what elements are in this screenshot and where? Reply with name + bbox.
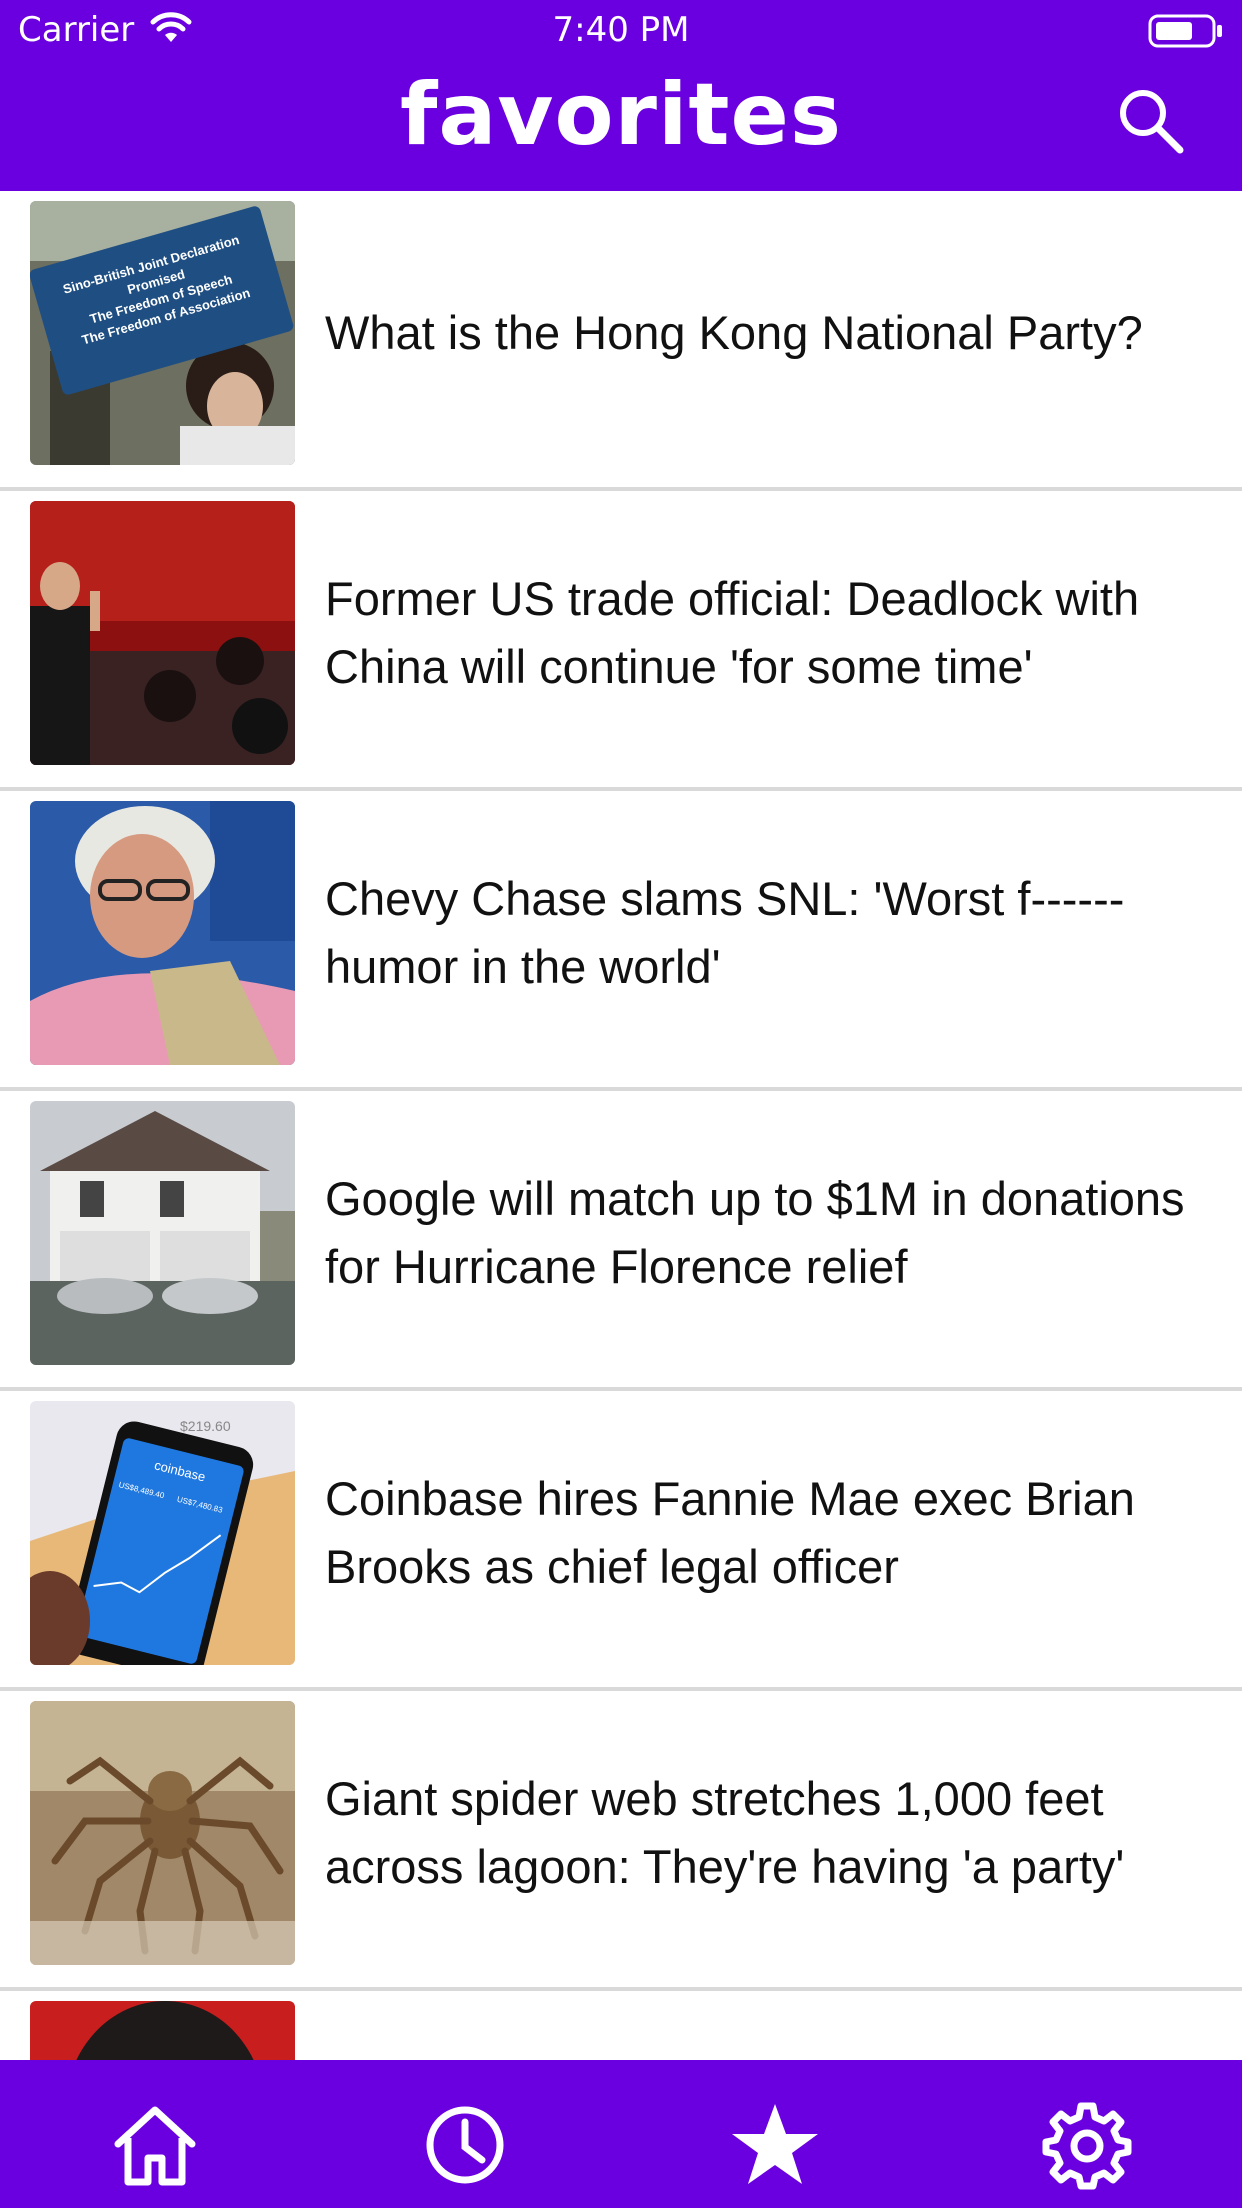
- status-time: 7:40 PM: [552, 10, 690, 50]
- home-icon: [114, 2106, 196, 2186]
- article-headline[interactable]: Chevy Chase slams SNL: 'Worst f------ hu…: [325, 801, 1236, 1065]
- list-item[interactable]: Giant spider web stretches 1,000 feet ac…: [0, 1691, 1242, 1991]
- battery-icon: [1148, 14, 1224, 57]
- official-waving-photo: [30, 501, 295, 765]
- article-headline[interactable]: Former US trade official: Deadlock with …: [325, 501, 1236, 765]
- list-item[interactable]: Sino-British Joint Declaration Promised …: [0, 191, 1242, 491]
- tab-history[interactable]: [420, 2100, 510, 2190]
- man-with-glasses-photo: [30, 801, 295, 1065]
- spider-photo: [30, 1701, 295, 1965]
- article-headline[interactable]: Coinbase hires Fannie Mae exec Brian Bro…: [325, 1401, 1236, 1665]
- list-item[interactable]: [0, 1991, 1242, 2060]
- star-icon: [732, 2104, 818, 2184]
- list-item[interactable]: Chevy Chase slams SNL: 'Worst f------ hu…: [0, 791, 1242, 1091]
- phone-app-photo: $219.60 coinbase US$8,489.40 US$7,480.83: [30, 1401, 295, 1665]
- article-headline[interactable]: Google will match up to $1M in donations…: [325, 1101, 1236, 1365]
- page-title: favorites: [399, 65, 843, 165]
- clock-icon: [426, 2106, 504, 2184]
- article-headline[interactable]: [325, 2001, 1236, 2060]
- article-headline[interactable]: What is the Hong Kong National Party?: [325, 201, 1236, 465]
- gear-icon: [1042, 2102, 1132, 2190]
- list-item[interactable]: $219.60 coinbase US$8,489.40 US$7,480.83…: [0, 1391, 1242, 1691]
- phone-text: $219.60: [180, 1418, 231, 1434]
- tab-home[interactable]: [110, 2100, 200, 2190]
- partial-portrait-photo: [30, 2001, 295, 2060]
- tab-favorites[interactable]: [730, 2100, 820, 2190]
- search-icon[interactable]: [1116, 86, 1186, 160]
- list-item[interactable]: Former US trade official: Deadlock with …: [0, 491, 1242, 791]
- tab-bar: [0, 2060, 1242, 2208]
- favorites-list: Sino-British Joint Declaration Promised …: [0, 191, 1242, 2060]
- status-bar: Carrier 7:40 PM: [0, 0, 1242, 60]
- list-item[interactable]: Google will match up to $1M in donations…: [0, 1091, 1242, 1391]
- tab-settings[interactable]: [1042, 2100, 1132, 2190]
- flooded-house-photo: [30, 1101, 295, 1365]
- article-headline[interactable]: Giant spider web stretches 1,000 feet ac…: [325, 1701, 1236, 1965]
- protest-sign-photo: Sino-British Joint Declaration Promised …: [30, 201, 295, 465]
- app-header: Carrier 7:40 PM favorites: [0, 0, 1242, 191]
